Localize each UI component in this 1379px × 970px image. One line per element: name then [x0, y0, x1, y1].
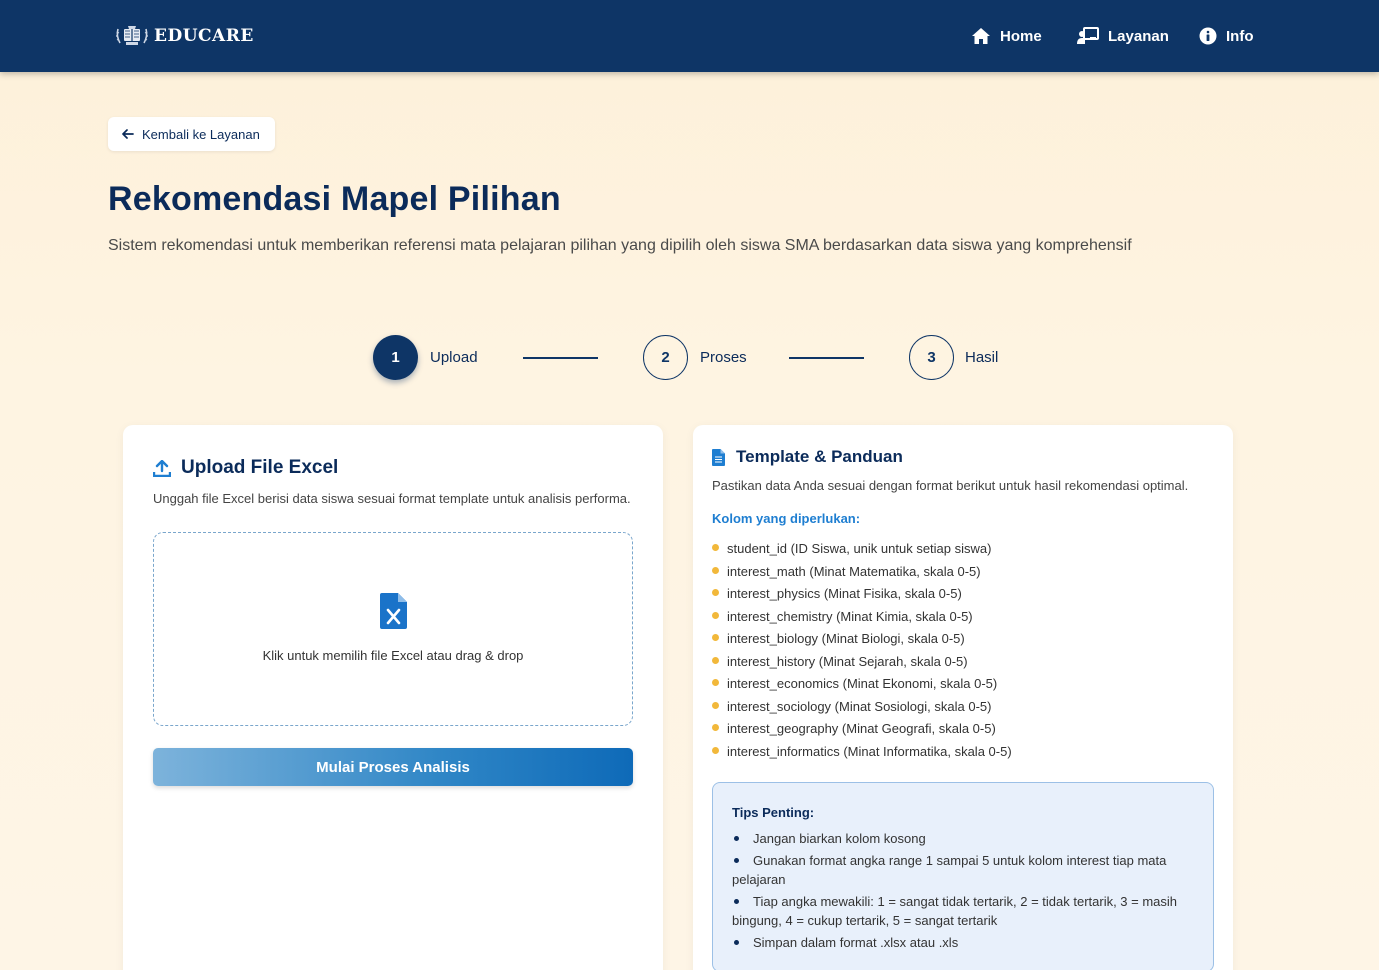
back-button-label: Kembali ke Layanan	[142, 126, 260, 142]
list-item: interest_informatics (Minat Informatika,…	[712, 743, 1012, 766]
brand-logo[interactable]: EDUCARE	[114, 22, 254, 50]
nav-home[interactable]: Home	[971, 24, 1042, 48]
navbar: EDUCARE Home Layanan Info	[0, 0, 1379, 72]
list-item: interest_economics (Minat Ekonomi, skala…	[712, 675, 1012, 698]
tip-item: Tiap angka mewakili: 1 = sangat tidak te…	[732, 892, 1197, 930]
tip-text: Jangan biarkan kolom kosong	[753, 831, 926, 846]
tip-item: Simpan dalam format .xlsx atau .xls	[732, 933, 1197, 952]
list-item: interest_biology (Minat Biologi, skala 0…	[712, 630, 1012, 653]
upload-title: Upload File Excel	[153, 457, 338, 479]
list-item: interest_math (Minat Matematika, skala 0…	[712, 563, 1012, 586]
step-3-circle: 3	[909, 335, 954, 380]
upload-title-text: Upload File Excel	[181, 457, 339, 478]
step-connector-2	[789, 357, 864, 359]
upload-description: Unggah file Excel berisi data siswa sesu…	[153, 491, 631, 506]
file-dropzone[interactable]: Klik untuk memilih file Excel atau drag …	[153, 532, 633, 726]
info-circle-icon	[1199, 27, 1217, 45]
tips-box: Tips Penting: Jangan biarkan kolom koson…	[712, 782, 1214, 970]
step-2-label: Proses	[700, 349, 747, 366]
back-to-layanan-button[interactable]: Kembali ke Layanan	[108, 117, 275, 151]
list-item: interest_geography (Minat Geografi, skal…	[712, 720, 1012, 743]
upload-icon	[153, 459, 171, 477]
tips-title: Tips Penting:	[732, 805, 815, 820]
bullet-icon	[734, 940, 739, 946]
tip-item: Jangan biarkan kolom kosong	[732, 829, 1197, 848]
home-icon	[972, 28, 990, 44]
list-item: student_id (ID Siswa, unik untuk setiap …	[712, 540, 1012, 563]
arrow-left-icon	[122, 129, 134, 139]
dropzone-text: Klik untuk memilih file Excel atau drag …	[262, 648, 524, 663]
list-item: interest_history (Minat Sejarah, skala 0…	[712, 653, 1012, 676]
step-connector-1	[523, 357, 598, 359]
required-columns-list: student_id (ID Siswa, unik untuk setiap …	[712, 540, 1012, 765]
page-description: Sistem rekomendasi untuk memberikan refe…	[108, 237, 1132, 254]
tips-list: Jangan biarkan kolom kosong Gunakan form…	[732, 829, 1197, 955]
template-title: Template & Panduan	[712, 447, 903, 467]
tip-text: Gunakan format angka range 1 sampai 5 un…	[732, 853, 1167, 887]
nav-layanan[interactable]: Layanan	[1077, 24, 1169, 48]
bullet-icon	[734, 858, 739, 864]
brand-name: EDUCARE	[154, 26, 254, 46]
list-item: interest_physics (Minat Fisika, skala 0-…	[712, 585, 1012, 608]
list-item: interest_sociology (Minat Sosiologi, ska…	[712, 698, 1012, 721]
tip-text: Simpan dalam format .xlsx atau .xls	[753, 935, 959, 950]
template-title-text: Template & Panduan	[736, 447, 903, 466]
nav-layanan-label: Layanan	[1108, 27, 1169, 45]
nav-info[interactable]: Info	[1199, 24, 1254, 48]
template-description: Pastikan data Anda sesuai dengan format …	[712, 478, 1189, 493]
tip-item: Gunakan format angka range 1 sampai 5 un…	[732, 851, 1197, 889]
start-analysis-button[interactable]: Mulai Proses Analisis	[153, 748, 633, 786]
page-title: Rekomendasi Mapel Pilihan	[108, 180, 561, 218]
step-2-circle: 2	[643, 335, 688, 380]
required-columns-heading: Kolom yang diperlukan:	[712, 511, 861, 526]
book-crest-icon	[116, 26, 148, 45]
excel-file-icon	[380, 593, 407, 629]
step-1-label: Upload	[430, 349, 478, 366]
nav-info-label: Info	[1226, 27, 1254, 45]
step-3-label: Hasil	[965, 349, 999, 366]
list-item: interest_chemistry (Minat Kimia, skala 0…	[712, 608, 1012, 631]
bullet-icon	[734, 836, 739, 842]
step-1-circle: 1	[373, 335, 418, 380]
nav-home-label: Home	[1000, 27, 1042, 45]
document-icon	[712, 448, 725, 466]
bullet-icon	[734, 899, 739, 905]
tip-text: Tiap angka mewakili: 1 = sangat tidak te…	[732, 894, 1178, 928]
chalkboard-teacher-icon	[1077, 27, 1099, 44]
